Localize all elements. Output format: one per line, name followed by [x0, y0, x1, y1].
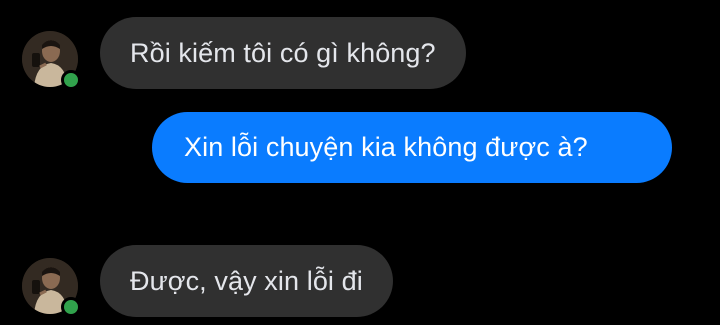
- online-status-indicator: [61, 297, 81, 317]
- message-text: Rồi kiếm tôi có gì không?: [130, 37, 436, 68]
- contact-avatar[interactable]: [22, 31, 81, 90]
- online-status-indicator: [61, 70, 81, 90]
- message-bubble-outgoing[interactable]: Xin lỗi chuyện kia không được à?: [152, 112, 672, 183]
- message-text: Được, vậy xin lỗi đi: [130, 265, 363, 296]
- message-bubble-incoming[interactable]: Được, vậy xin lỗi đi: [100, 245, 393, 317]
- message-bubble-incoming[interactable]: Rồi kiếm tôi có gì không?: [100, 17, 466, 89]
- contact-avatar[interactable]: [22, 258, 81, 317]
- message-text: Xin lỗi chuyện kia không được à?: [184, 132, 588, 162]
